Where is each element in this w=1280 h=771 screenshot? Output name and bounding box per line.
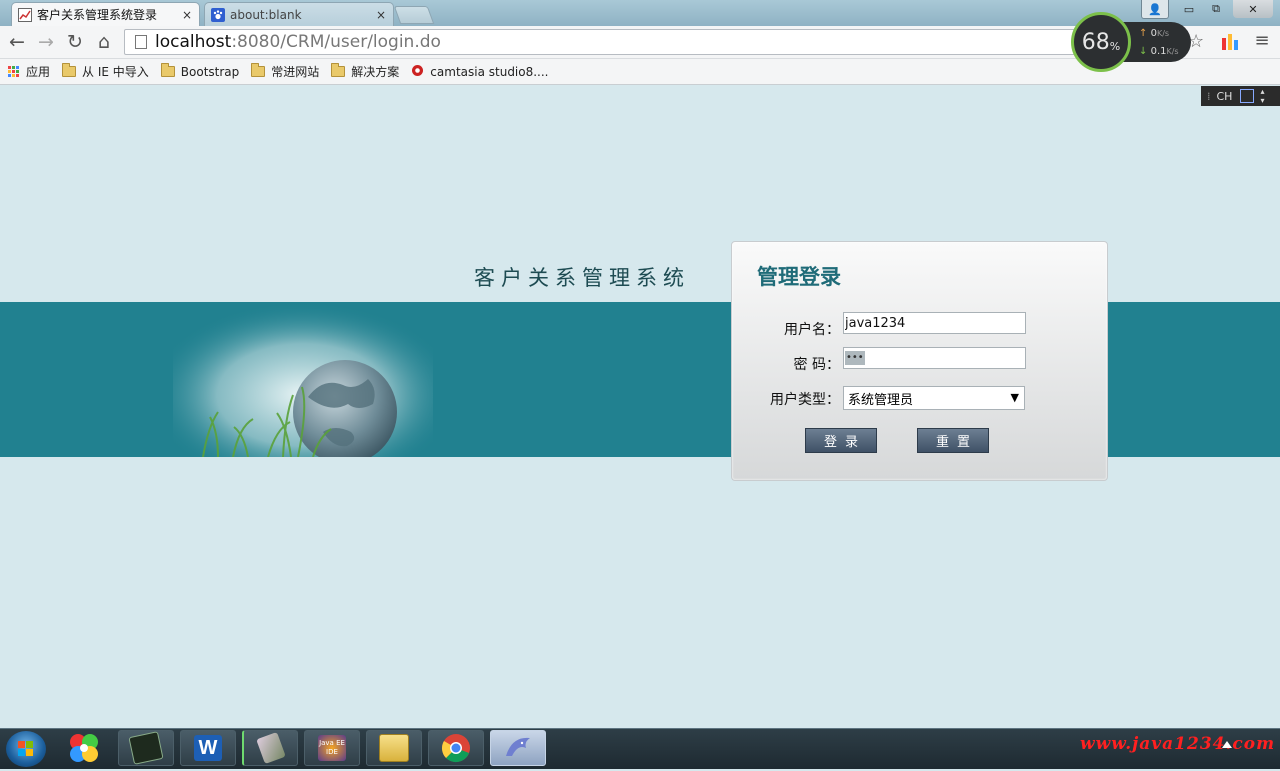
password-field[interactable] bbox=[843, 347, 1026, 369]
username-field[interactable] bbox=[843, 312, 1026, 334]
ime-mode-icon[interactable] bbox=[1240, 89, 1255, 103]
page-icon bbox=[135, 35, 147, 49]
reload-icon[interactable]: ↻ bbox=[64, 31, 86, 53]
new-tab-button[interactable] bbox=[393, 6, 435, 24]
reset-button[interactable]: 重置 bbox=[917, 428, 989, 453]
java-ee-ide-icon[interactable]: Java EE IDE bbox=[304, 730, 360, 766]
tab-close-icon[interactable]: × bbox=[373, 8, 389, 22]
windows-start-icon[interactable] bbox=[6, 731, 46, 767]
paw-favicon-icon bbox=[211, 7, 225, 22]
username-label: 用户名： bbox=[784, 322, 840, 338]
file-explorer-icon[interactable] bbox=[366, 730, 422, 766]
bookmark-label: Bootstrap bbox=[180, 64, 240, 79]
usertype-label: 用户类型： bbox=[770, 392, 840, 408]
tab-login[interactable]: 客户关系管理系统登录 × bbox=[11, 2, 200, 26]
page-favicon-icon bbox=[18, 7, 32, 22]
apps-grid-icon bbox=[8, 65, 20, 78]
bookmark-label: 解决方案 bbox=[351, 65, 400, 79]
bookmark-ie-import[interactable]: 从 IE 中导入 bbox=[62, 63, 149, 80]
bookmark-label: camtasia studio8.... bbox=[430, 64, 549, 79]
folder-icon bbox=[251, 63, 266, 77]
pinwheel-app-icon[interactable] bbox=[56, 730, 112, 766]
bookmark-label: 常进网站 bbox=[271, 65, 320, 79]
system-title: 客户关系管理系统 bbox=[474, 266, 690, 290]
dolphin-app-icon[interactable] bbox=[490, 730, 546, 766]
home-icon[interactable]: ⌂ bbox=[93, 31, 115, 53]
word-icon[interactable]: W bbox=[180, 730, 236, 766]
app-icon[interactable] bbox=[242, 730, 298, 766]
upload-speed: ↑ 0K/s bbox=[1139, 28, 1170, 39]
chrome-menu-icon[interactable]: ≡ bbox=[1254, 32, 1270, 50]
console-app-icon[interactable] bbox=[118, 730, 174, 766]
tab-about-blank[interactable]: about:blank × bbox=[204, 2, 394, 26]
usertype-selected: 系统管理员 bbox=[848, 392, 914, 408]
url-host: localhost bbox=[155, 32, 232, 52]
folder-icon bbox=[160, 63, 175, 77]
bookmark-bootstrap[interactable]: Bootstrap bbox=[160, 63, 240, 79]
watermark: www.java1234.com bbox=[1080, 734, 1276, 754]
ime-language-label: CH bbox=[1216, 89, 1233, 103]
bookmark-label: 应用 bbox=[26, 65, 51, 79]
download-speed: ↓ 0.1K/s bbox=[1139, 46, 1179, 57]
cpu-usage-gauge: 68% bbox=[1071, 12, 1131, 72]
camtasia-icon bbox=[411, 64, 424, 80]
dropdown-arrow-icon: ▼ bbox=[1010, 391, 1019, 404]
password-label: 密 码： bbox=[793, 357, 840, 373]
bookmark-label: 从 IE 中导入 bbox=[82, 65, 149, 79]
bookmark-solutions[interactable]: 解决方案 bbox=[331, 63, 399, 80]
panel-title: 管理登录 bbox=[757, 264, 841, 289]
globe-grass-image bbox=[173, 302, 433, 464]
bookmark-apps[interactable]: 应用 bbox=[8, 63, 50, 80]
network-speed-widget: ↑ 0K/s ↓ 0.1K/s 68% bbox=[1071, 12, 1191, 72]
cpu-percent: 68 bbox=[1081, 29, 1110, 55]
tab-title: about:blank bbox=[230, 7, 302, 22]
bookmark-sites[interactable]: 常进网站 bbox=[251, 63, 319, 80]
folder-icon bbox=[62, 63, 77, 77]
grip-icon: ⁞ bbox=[1207, 89, 1211, 103]
ime-language-bar[interactable]: ⁞ CH ▴ ▾ bbox=[1201, 86, 1280, 106]
back-icon[interactable]: ← bbox=[6, 31, 28, 53]
address-bar[interactable]: localhost:8080/CRM/user/login.do bbox=[124, 29, 1164, 55]
bookmark-camtasia[interactable]: camtasia studio8.... bbox=[411, 64, 549, 80]
url-path: :8080/CRM/user/login.do bbox=[231, 32, 441, 52]
bookmark-star-icon[interactable]: ☆ bbox=[1188, 31, 1210, 52]
tray-arrow-icon[interactable] bbox=[1222, 741, 1232, 748]
password-mask: ••• bbox=[845, 351, 865, 365]
ime-options-icon[interactable]: ▴ ▾ bbox=[1260, 87, 1264, 105]
close-window-icon[interactable]: ✕ bbox=[1233, 0, 1273, 18]
usertype-select[interactable]: 系统管理员 ▼ bbox=[843, 386, 1025, 410]
extension-icon[interactable] bbox=[1220, 32, 1240, 52]
maximize-icon[interactable]: ⧉ bbox=[1203, 0, 1229, 18]
login-button[interactable]: 登录 bbox=[805, 428, 877, 453]
forward-icon[interactable]: → bbox=[35, 31, 57, 53]
chrome-icon[interactable] bbox=[428, 730, 484, 766]
tab-close-icon[interactable]: × bbox=[179, 8, 195, 22]
tab-title: 客户关系管理系统登录 bbox=[37, 8, 158, 22]
folder-icon bbox=[331, 63, 346, 77]
